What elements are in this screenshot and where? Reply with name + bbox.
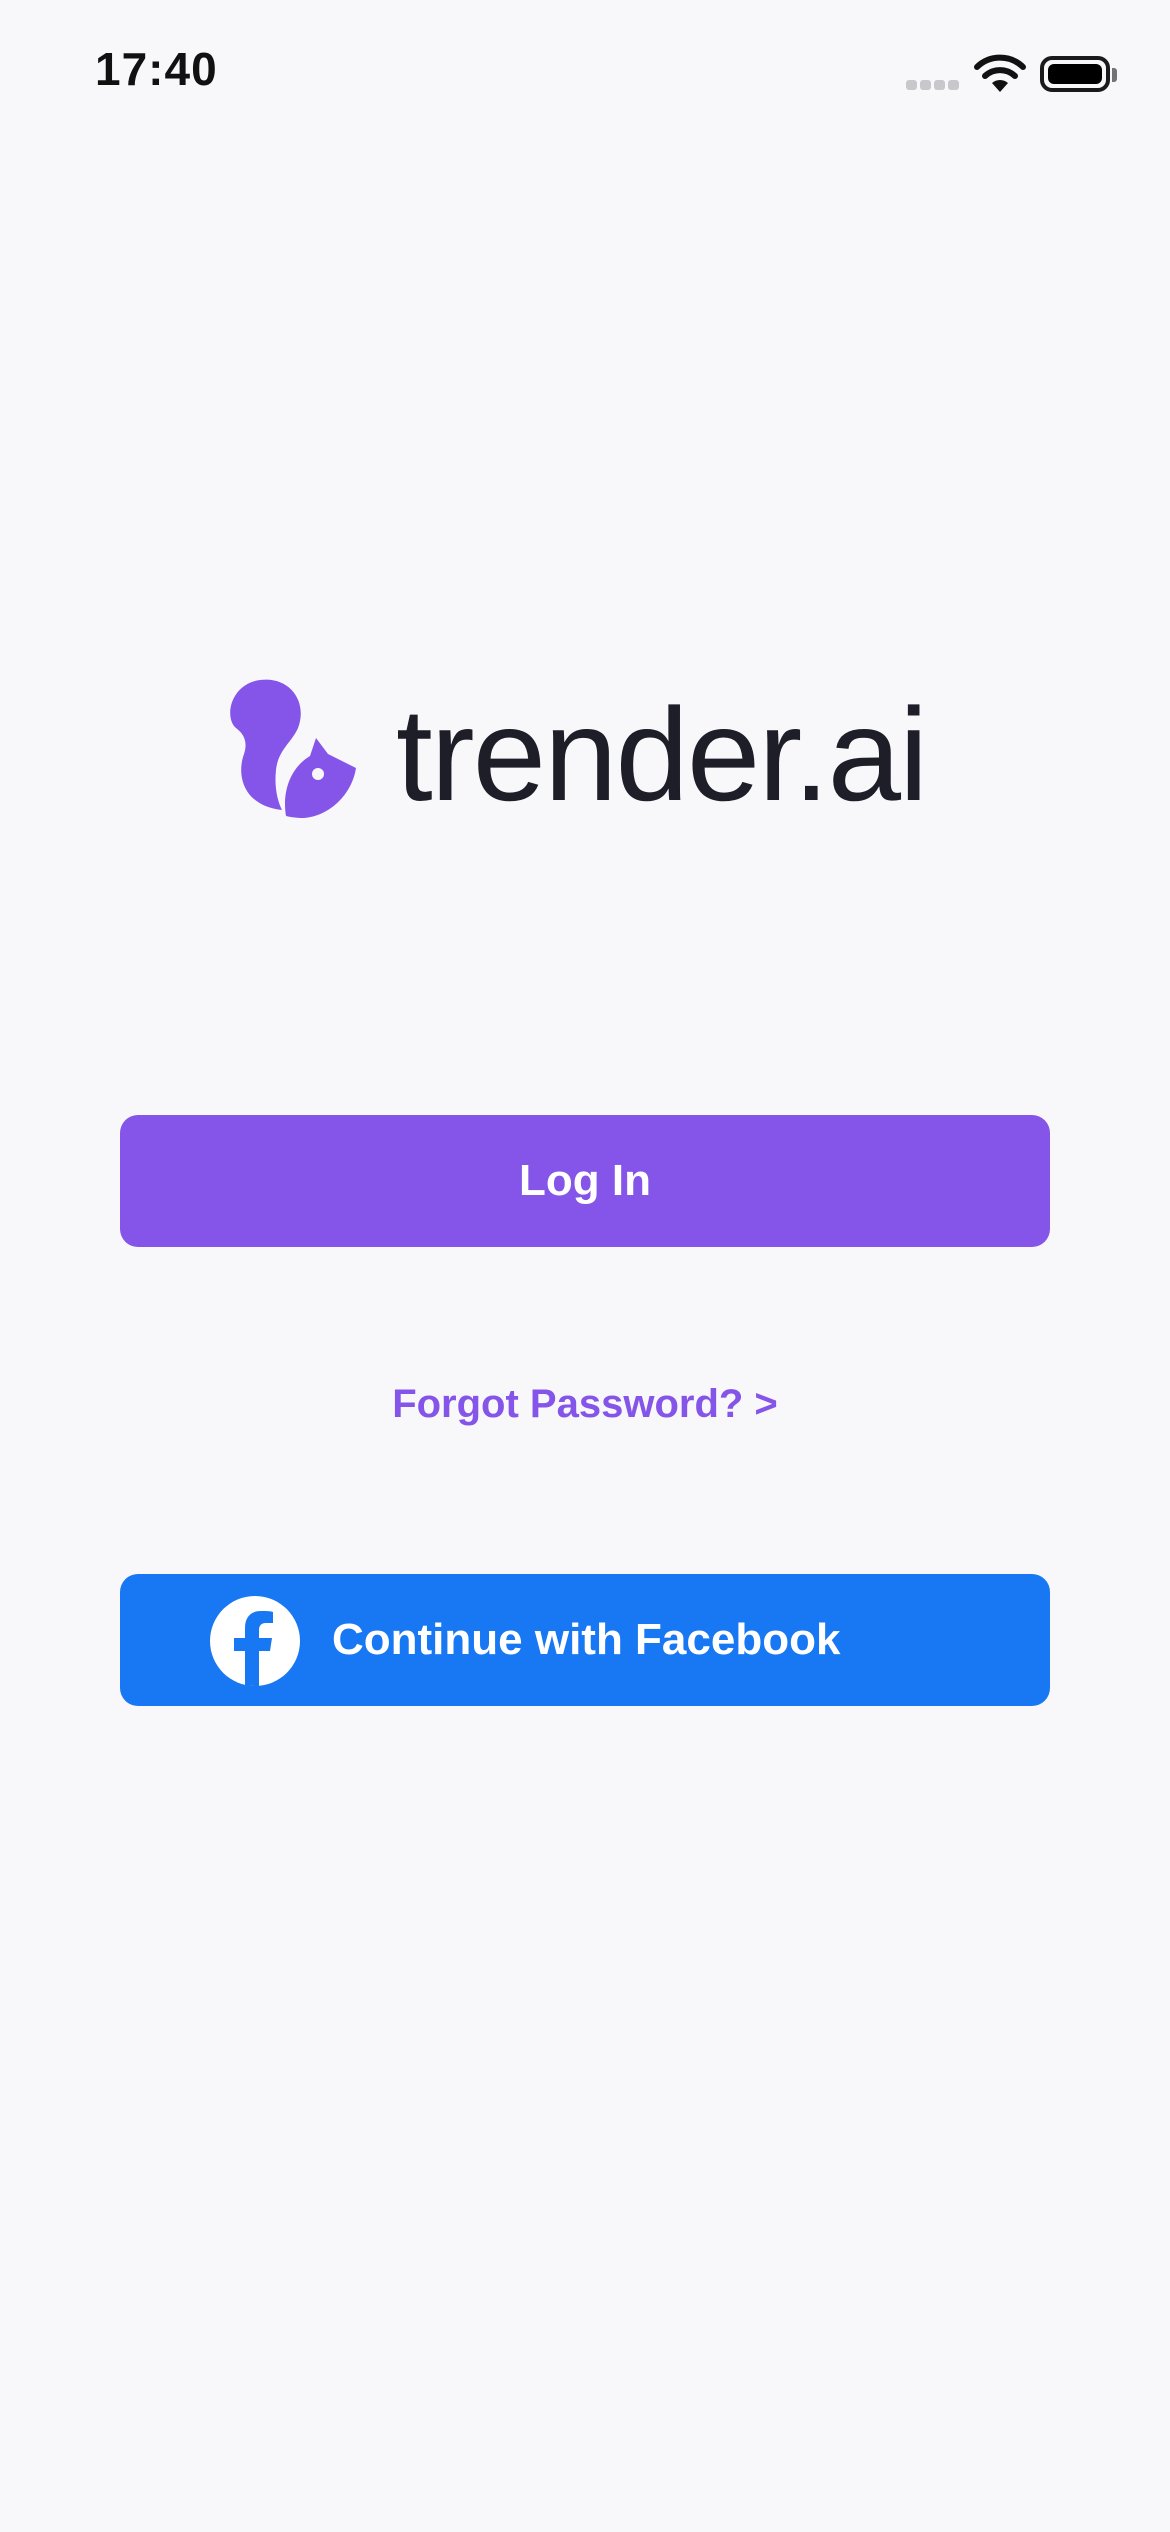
- battery-cap: [1112, 68, 1117, 82]
- facebook-icon: [210, 1596, 300, 1686]
- status-time: 17:40: [95, 43, 218, 95]
- battery-icon: [1040, 56, 1110, 92]
- facebook-login-button[interactable]: Continue with Facebook: [120, 1574, 1050, 1706]
- login-button-label: Log In: [519, 1156, 651, 1205]
- facebook-login-label: Continue with Facebook: [332, 1615, 841, 1664]
- login-button[interactable]: Log In: [120, 1115, 1050, 1247]
- cellular-signal-icon: [906, 80, 960, 90]
- wifi-icon: [974, 54, 1026, 92]
- squirrel-logo-icon: [230, 679, 356, 818]
- brand-logo: trender.ai: [224, 676, 964, 836]
- forgot-password-link[interactable]: Forgot Password? >: [0, 1382, 1170, 1427]
- battery-level: [1048, 64, 1102, 84]
- brand-name: trender.ai: [396, 681, 928, 828]
